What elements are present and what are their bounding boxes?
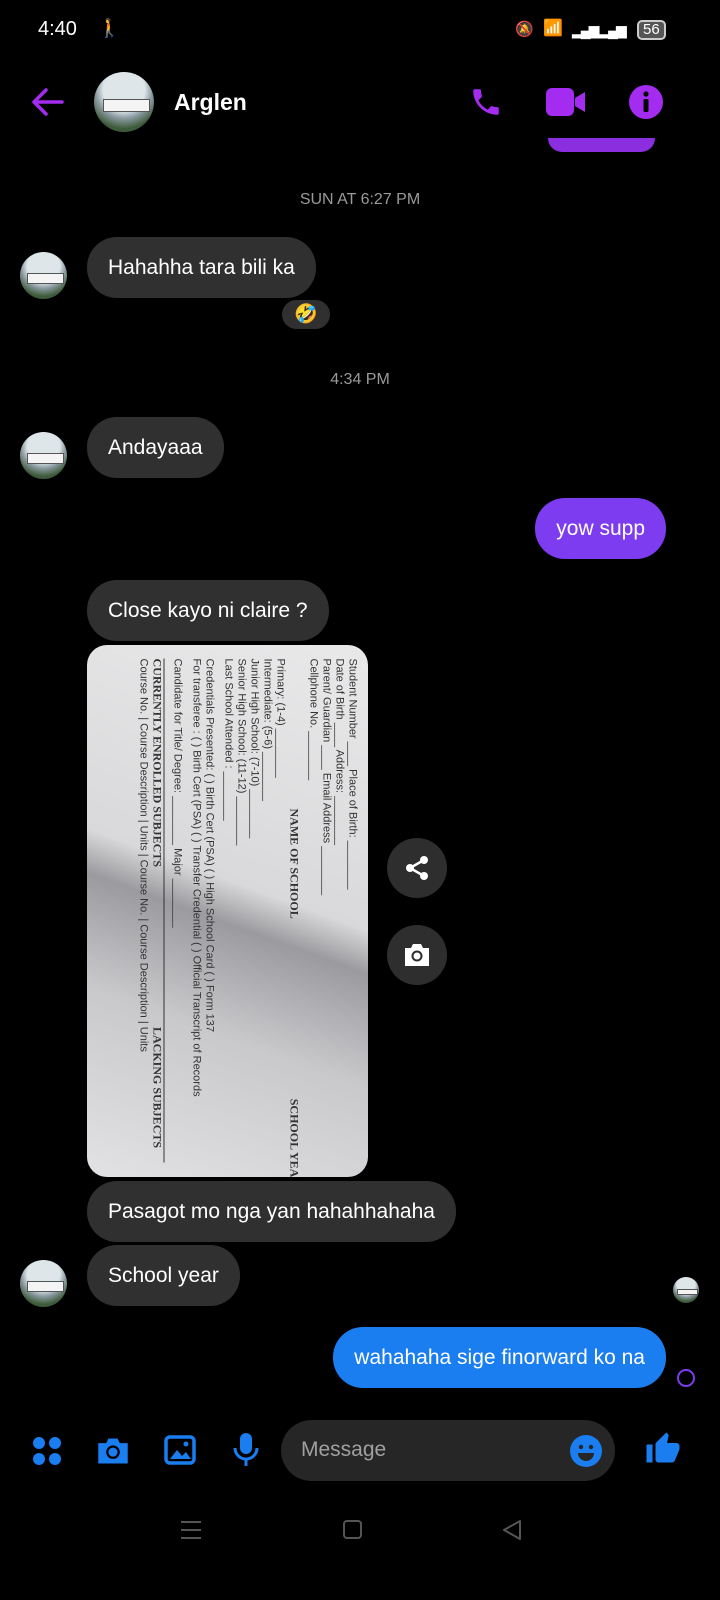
reaction-badge[interactable]: 🤣 xyxy=(280,298,332,331)
message-bubble-received[interactable]: Hahahha tara bili ka xyxy=(87,237,316,298)
document-text-line: Date of Birth ____ Address: ________ xyxy=(333,658,346,846)
nav-back-button[interactable] xyxy=(500,1518,524,1547)
message-bubble-sent[interactable]: yow supp xyxy=(535,498,666,559)
document-text-line: Junior High School: (7-10) ________ xyxy=(248,658,261,839)
message-bubble-received[interactable]: Close kayo ni claire ? xyxy=(87,580,329,641)
wifi-icon: 📶 xyxy=(543,20,563,37)
contact-name[interactable]: Arglen xyxy=(174,89,247,116)
recent-apps-button[interactable] xyxy=(181,1521,201,1539)
timestamp: 4:34 PM xyxy=(330,371,390,388)
message-input-placeholder: Message xyxy=(301,1438,387,1461)
document-text-line: Student Number ____ Place of Birth: ____… xyxy=(346,658,359,890)
timestamp: SUN AT 6:27 PM xyxy=(299,191,421,208)
document-text-line: Course No. | Course Description | Units … xyxy=(137,658,150,1052)
video-call-button[interactable] xyxy=(546,88,586,116)
document-text-line: Parent/ Guardian ____ Email Address ____… xyxy=(320,658,333,896)
microphone-icon xyxy=(233,1433,259,1466)
sent-status-icon xyxy=(677,1369,695,1387)
voice-message-button[interactable] xyxy=(233,1432,259,1468)
document-text-line: Cellphone No. ________ xyxy=(307,658,320,781)
thumbs-up-icon xyxy=(646,1432,680,1463)
document-text-line: Intermediate: (5-6) ________ xyxy=(261,658,274,801)
info-button[interactable] xyxy=(629,85,663,119)
camera-icon xyxy=(405,944,429,966)
like-button[interactable] xyxy=(645,1431,681,1467)
sender-avatar xyxy=(20,252,67,299)
status-time: 4:40 xyxy=(38,18,77,40)
mute-icon: 🔕 xyxy=(515,21,534,38)
contact-avatar[interactable] xyxy=(94,72,154,132)
status-bar: 4:40 🚶 🔕 📶 ▂▄▆ ▂▄▆ 56 xyxy=(0,18,720,46)
save-photo-button[interactable] xyxy=(387,925,447,985)
photo-attachment[interactable]: Student Number ____ Place of Birth: ____… xyxy=(87,645,368,1177)
camera-icon xyxy=(98,1438,128,1464)
document-photo-content: Student Number ____ Place of Birth: ____… xyxy=(88,645,369,1177)
camera-button[interactable] xyxy=(96,1436,130,1466)
more-actions-button[interactable] xyxy=(32,1436,62,1466)
document-text-line: Senior High School: (11-12) ________ xyxy=(235,658,248,846)
message-bubble-received[interactable]: School year xyxy=(87,1245,240,1306)
emoji-icon[interactable] xyxy=(569,1434,603,1468)
document-text-line: Last School Attended : ________ xyxy=(222,658,235,821)
voice-call-button[interactable] xyxy=(469,85,503,119)
document-text-line: Primary: (1-4) ________ xyxy=(274,658,287,778)
back-button[interactable] xyxy=(30,86,64,118)
document-text-line: Credentials Presented: ( ) Birth Cert (P… xyxy=(203,658,216,1033)
share-button[interactable] xyxy=(387,838,447,898)
document-text-line: CURRENTLY ENROLLED SUBJECTSLACKING SUBJE… xyxy=(149,658,165,1163)
read-receipt-avatar xyxy=(673,1277,699,1303)
previous-message-bubble-edge xyxy=(548,138,655,152)
message-bubble-sent[interactable]: wahahaha sige finorward ko na xyxy=(333,1327,666,1388)
document-text-line: NAME OF SCHOOLSCHOOL YEAR xyxy=(287,808,302,1178)
document-text-line: For transferee : ( ) Birth Cert (PSA) ( … xyxy=(190,658,203,1097)
sender-avatar xyxy=(20,432,67,479)
share-icon xyxy=(406,856,428,880)
image-icon xyxy=(164,1435,196,1465)
message-bubble-received[interactable]: Andayaaa xyxy=(87,417,224,478)
apps-icon xyxy=(33,1437,61,1465)
document-text-line: Candidate for Title/ Degree: ________ Ma… xyxy=(171,658,184,928)
message-bubble-received[interactable]: Pasagot mo nga yan hahahhahaha xyxy=(87,1181,456,1242)
message-input[interactable]: Message xyxy=(281,1420,615,1481)
home-button[interactable] xyxy=(343,1520,362,1539)
walking-icon: 🚶 xyxy=(98,18,121,38)
signal-icon: ▂▄▆ ▂▄▆ xyxy=(572,22,627,38)
battery-indicator: 56 xyxy=(637,20,666,40)
sender-avatar xyxy=(20,1260,67,1307)
gallery-button[interactable] xyxy=(164,1435,196,1465)
